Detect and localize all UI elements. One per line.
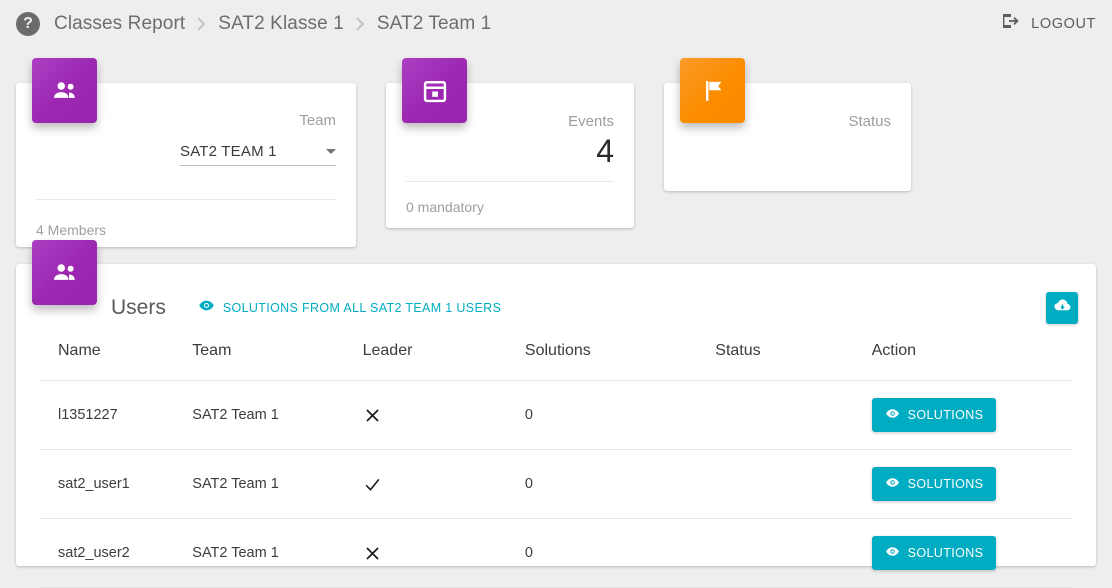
all-users-solutions-label: SOLUTIONS FROM ALL SAT2 TEAM 1 USERS xyxy=(222,301,502,315)
chevron-right-icon xyxy=(355,16,366,31)
cell-solutions: 0 xyxy=(524,449,716,519)
cell-name: sat2_user2 xyxy=(40,518,193,588)
status-card-label: Status xyxy=(848,113,891,130)
cell-team: SAT2 Team 1 xyxy=(192,380,363,450)
solutions-button-label: SOLUTIONS xyxy=(907,408,984,422)
check-icon xyxy=(363,475,525,494)
solutions-button-label: SOLUTIONS xyxy=(907,546,984,560)
status-card: Status xyxy=(664,58,911,191)
events-card-value: 4 xyxy=(596,133,614,169)
page-title: Users xyxy=(111,296,166,319)
column-header-team: Team xyxy=(192,342,363,381)
cell-action: SOLUTIONS xyxy=(871,449,1072,519)
eye-icon xyxy=(198,297,215,319)
cell-leader xyxy=(362,518,525,588)
calendar-icon xyxy=(402,58,467,123)
eye-icon xyxy=(885,544,900,562)
table-header-row: Name Team Leader Solutions Status Action xyxy=(40,342,1072,381)
events-card: Events 4 0 mandatory xyxy=(386,58,634,228)
cell-solutions: 0 xyxy=(524,518,716,588)
breadcrumb-item-classes-report[interactable]: Classes Report xyxy=(54,13,185,35)
divider xyxy=(406,181,614,182)
breadcrumb-item-sat2-team-1[interactable]: SAT2 Team 1 xyxy=(377,13,491,35)
solutions-button[interactable]: SOLUTIONS xyxy=(871,536,997,570)
column-header-solutions: Solutions xyxy=(524,342,716,381)
chevron-down-icon xyxy=(326,149,336,154)
divider xyxy=(36,199,336,200)
logout-label: LOGOUT xyxy=(1031,15,1096,32)
cell-status xyxy=(715,380,872,450)
x-icon xyxy=(363,544,525,563)
help-circle-icon[interactable]: ? xyxy=(16,11,40,36)
cell-leader xyxy=(362,449,525,519)
users-panel: Users SOLUTIONS FROM ALL SAT2 TEAM 1 USE… xyxy=(16,240,1096,588)
people-icon xyxy=(32,240,97,305)
top-bar: ? Classes Report SAT2 Klasse 1 SAT2 Team… xyxy=(0,0,1112,47)
logout-button[interactable]: LOGOUT xyxy=(1000,11,1096,36)
cell-action: SOLUTIONS xyxy=(871,380,1072,450)
breadcrumb: Classes Report SAT2 Klasse 1 SAT2 Team 1 xyxy=(54,13,491,35)
users-panel-header: Users SOLUTIONS FROM ALL SAT2 TEAM 1 USE… xyxy=(111,292,1078,324)
breadcrumb-item-sat2-klasse-1[interactable]: SAT2 Klasse 1 xyxy=(218,13,344,35)
column-header-leader: Leader xyxy=(362,342,525,381)
download-button[interactable] xyxy=(1046,292,1078,324)
column-header-status: Status xyxy=(715,342,872,381)
eye-icon xyxy=(885,406,900,424)
eye-icon xyxy=(885,475,900,493)
solutions-button-label: SOLUTIONS xyxy=(907,477,984,491)
people-icon xyxy=(32,58,97,123)
x-icon xyxy=(363,406,525,425)
cell-solutions: 0 xyxy=(524,380,716,450)
team-card: Team SAT2 TEAM 1 4 Members xyxy=(16,58,356,247)
cell-name: sat2_user1 xyxy=(40,449,193,519)
column-header-action: Action xyxy=(871,342,1072,381)
events-card-label: Events xyxy=(568,113,614,130)
team-card-label: Team xyxy=(299,112,336,129)
logout-icon xyxy=(1000,11,1020,36)
cell-team: SAT2 Team 1 xyxy=(192,518,363,588)
users-table: Name Team Leader Solutions Status Action… xyxy=(40,342,1072,588)
cell-team: SAT2 Team 1 xyxy=(192,449,363,519)
cell-action: SOLUTIONS xyxy=(871,518,1072,588)
chevron-right-icon xyxy=(196,16,207,31)
flag-icon xyxy=(680,58,745,123)
table-row: l1351227 SAT2 Team 1 0 SOLUTIONS xyxy=(40,380,1072,450)
cell-leader xyxy=(362,380,525,450)
events-card-footer: 0 mandatory xyxy=(406,199,484,215)
cell-status xyxy=(715,518,872,588)
cell-name: l1351227 xyxy=(40,380,193,450)
solutions-button[interactable]: SOLUTIONS xyxy=(871,398,997,432)
all-users-solutions-link[interactable]: SOLUTIONS FROM ALL SAT2 TEAM 1 USERS xyxy=(198,297,501,319)
cloud-download-icon xyxy=(1053,296,1072,320)
cell-status xyxy=(715,449,872,519)
team-select[interactable]: SAT2 TEAM 1 xyxy=(180,143,336,166)
team-select-value: SAT2 TEAM 1 xyxy=(180,143,277,160)
table-row: sat2_user2 SAT2 Team 1 0 SOLUTIONS xyxy=(40,518,1072,588)
column-header-name: Name xyxy=(40,342,193,381)
users-table-body: l1351227 SAT2 Team 1 0 SOLUTIONS sat2_user1 S… xyxy=(40,380,1072,588)
solutions-button[interactable]: SOLUTIONS xyxy=(871,467,997,501)
team-card-footer: 4 Members xyxy=(36,222,107,238)
table-row: sat2_user1 SAT2 Team 1 0 SOLUTIONS xyxy=(40,449,1072,519)
